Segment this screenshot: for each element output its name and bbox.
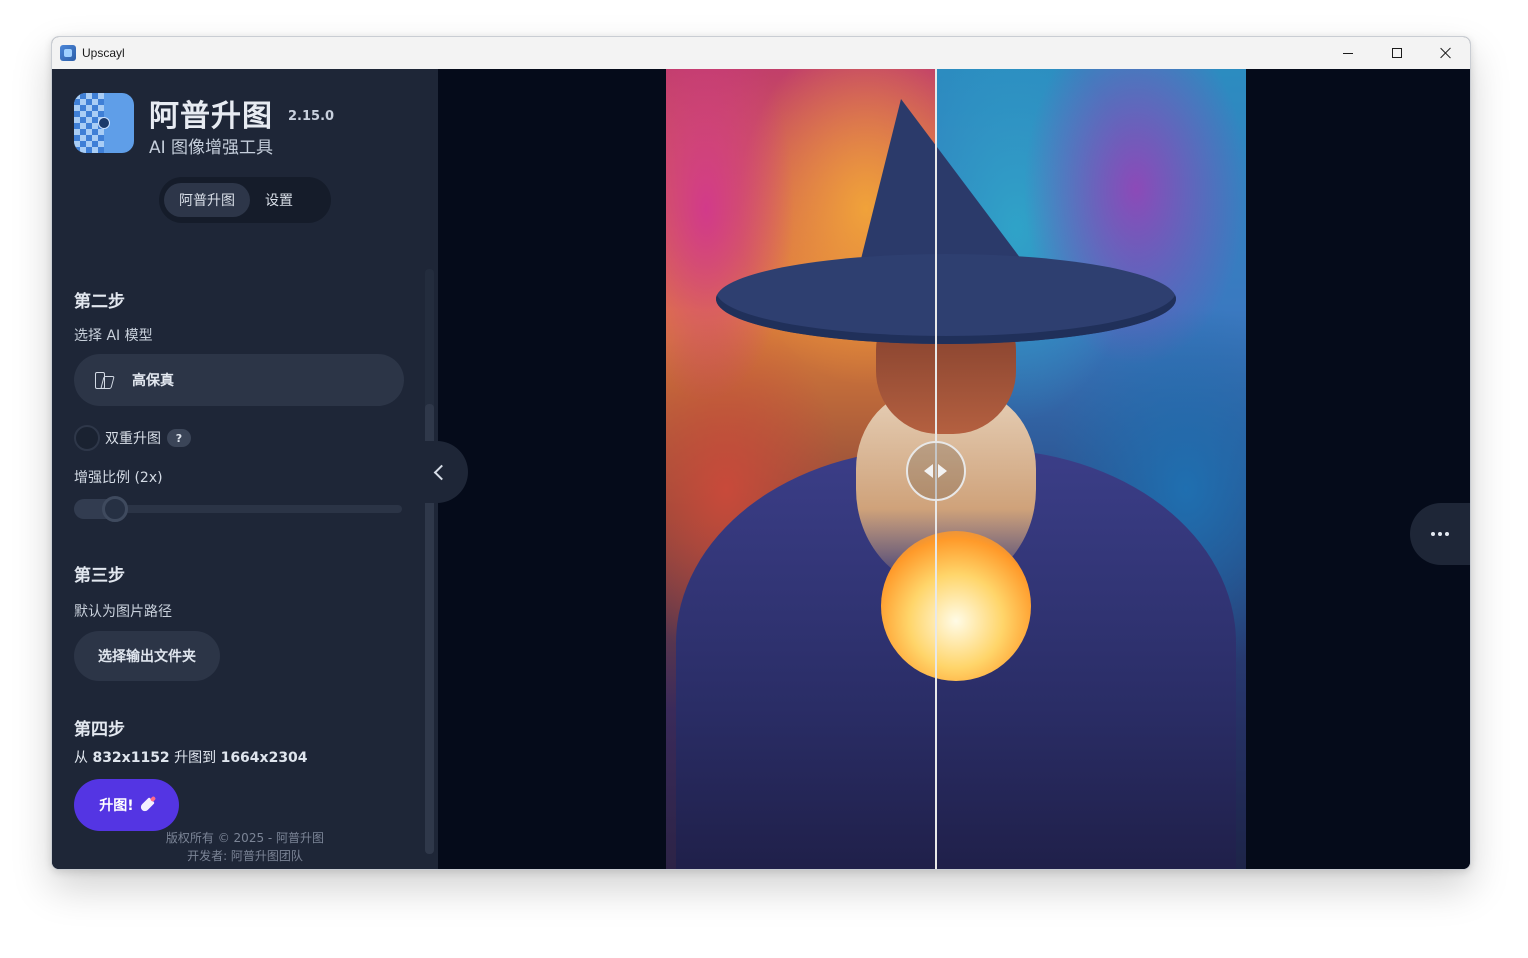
- image-viewer: [438, 69, 1470, 869]
- step2-title: 第二步: [74, 292, 125, 312]
- upscale-button-label: 升图!: [99, 798, 134, 814]
- maximize-button[interactable]: [1372, 37, 1421, 69]
- scale-slider[interactable]: [74, 496, 402, 522]
- footer-developer: 开发者: 阿普升图团队: [187, 849, 303, 863]
- scale-label: 增强比例 (2x): [74, 470, 163, 486]
- tab-bar: 阿普升图 设置: [159, 177, 331, 223]
- step3-subtitle: 默认为图片路径: [74, 604, 172, 620]
- upscale-button[interactable]: 升图!: [74, 779, 179, 831]
- app-name: 阿普升图: [149, 99, 273, 134]
- close-button[interactable]: [1421, 37, 1470, 69]
- conversion-mid-text: 升图到: [174, 750, 217, 766]
- scale-slider-thumb[interactable]: [102, 496, 129, 522]
- arrow-right-icon: [938, 464, 948, 478]
- conversion-from-size: 832x1152: [92, 750, 170, 766]
- double-upscale-row: 双重升图 ?: [74, 425, 191, 451]
- sidebar: 阿普升图 2.15.0 AI 图像增强工具 阿普升图 设置 第二步 选择 AI …: [52, 69, 438, 869]
- title-bar[interactable]: Upscayl: [52, 37, 1470, 69]
- model-select-button[interactable]: 高保真: [74, 354, 404, 406]
- arrow-left-icon: [924, 464, 934, 478]
- minimize-icon: [1342, 52, 1353, 54]
- conversion-to-size: 1664x2304: [220, 750, 308, 766]
- minimize-button[interactable]: [1323, 37, 1372, 69]
- tab-settings[interactable]: 设置: [250, 183, 308, 217]
- help-icon[interactable]: ?: [167, 429, 191, 447]
- close-icon: [1440, 47, 1452, 59]
- app-version: 2.15.0: [288, 109, 335, 124]
- step2-subtitle: 选择 AI 模型: [74, 328, 153, 344]
- app-icon: [60, 45, 76, 61]
- more-options-button[interactable]: [1410, 503, 1470, 565]
- app-tagline: AI 图像增强工具: [149, 138, 274, 158]
- footer-copyright: 版权所有 © 2025 - 阿普升图: [165, 831, 325, 845]
- step3-title: 第三步: [74, 566, 125, 586]
- model-swap-icon: [94, 371, 114, 389]
- model-label: 高保真: [132, 373, 174, 389]
- more-horizontal-icon: [1431, 532, 1435, 536]
- rocket-icon: [138, 797, 155, 813]
- app-window: Upscayl 阿普升图 2.15.0 AI 图像增强工具 阿普升图 设置 第二…: [51, 36, 1471, 870]
- tab-upscayl[interactable]: 阿普升图: [164, 183, 250, 217]
- step4-title: 第四步: [74, 720, 125, 740]
- double-upscale-label[interactable]: 双重升图: [105, 428, 161, 448]
- window-title: Upscayl: [82, 46, 125, 60]
- sidebar-scrollbar[interactable]: [425, 269, 434, 854]
- app-logo: [74, 93, 134, 153]
- double-upscale-checkbox[interactable]: [74, 425, 100, 451]
- conversion-from-prefix: 从: [74, 750, 88, 766]
- maximize-icon: [1391, 48, 1402, 58]
- select-output-folder-button[interactable]: 选择输出文件夹: [74, 631, 220, 681]
- conversion-info: 从 832x1152 升图到 1664x2304: [74, 747, 308, 767]
- window-controls: [1323, 37, 1470, 69]
- comparison-slider-handle[interactable]: [905, 441, 966, 501]
